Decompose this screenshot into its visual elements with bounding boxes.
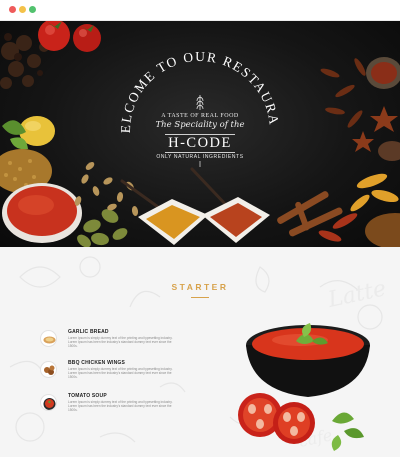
tomato-soup-thumb-icon	[40, 394, 57, 411]
wheat-icon	[196, 95, 204, 110]
hero-speciality: The Speciality of the	[155, 120, 245, 130]
menu-item[interactable]: BBQ CHICKEN WINGS Lorem Ipsum is simply …	[40, 359, 200, 385]
menu-item-description: Lorem Ipsum is simply dummy text of the …	[68, 400, 173, 413]
hero-tagline: A TASTE OF REAL FOOD	[161, 113, 239, 119]
minimize-window-button[interactable]	[19, 6, 26, 13]
hero-brand-title: H-CODE	[168, 135, 232, 151]
menu-item-name: GARLIC BREAD	[68, 329, 109, 335]
menu-item-description: Lorem Ipsum is simply dummy text of the …	[68, 336, 173, 349]
close-window-button[interactable]	[9, 6, 16, 13]
menu-item-name: BBQ CHICKEN WINGS	[68, 360, 126, 366]
hero-emblem: WELCOME TO OUR RESTAURANT A TASTE OF REA…	[0, 21, 400, 247]
menu-item-name: TOMATO SOUP	[68, 393, 107, 399]
section-title: STARTER	[171, 282, 229, 292]
garlic-bread-thumb-icon	[40, 330, 57, 347]
browser-chrome	[0, 0, 400, 21]
divider-bottom	[165, 152, 235, 153]
browser-window: WELCOME TO OUR RESTAURANT A TASTE OF REA…	[0, 0, 400, 457]
hero-subline: ONLY NATURAL INGREDIENTS	[156, 154, 244, 160]
hero-banner: WELCOME TO OUR RESTAURANT A TASTE OF REA…	[0, 21, 400, 247]
maximize-window-button[interactable]	[29, 6, 36, 13]
menu-item[interactable]: GARLIC BREAD Lorem Ipsum is simply dummy…	[40, 328, 200, 354]
title-underline	[191, 297, 209, 298]
menu-item[interactable]: TOMATO SOUP Lorem Ipsum is simply dummy …	[40, 392, 200, 418]
starter-section: Latte cafe STARTER GARLIC BREAD Lorem Ip…	[0, 247, 400, 457]
chicken-wings-thumb-icon	[40, 361, 57, 378]
menu-item-description: Lorem Ipsum is simply dummy text of the …	[68, 367, 173, 380]
tomato-soup-dish-image	[238, 323, 370, 451]
